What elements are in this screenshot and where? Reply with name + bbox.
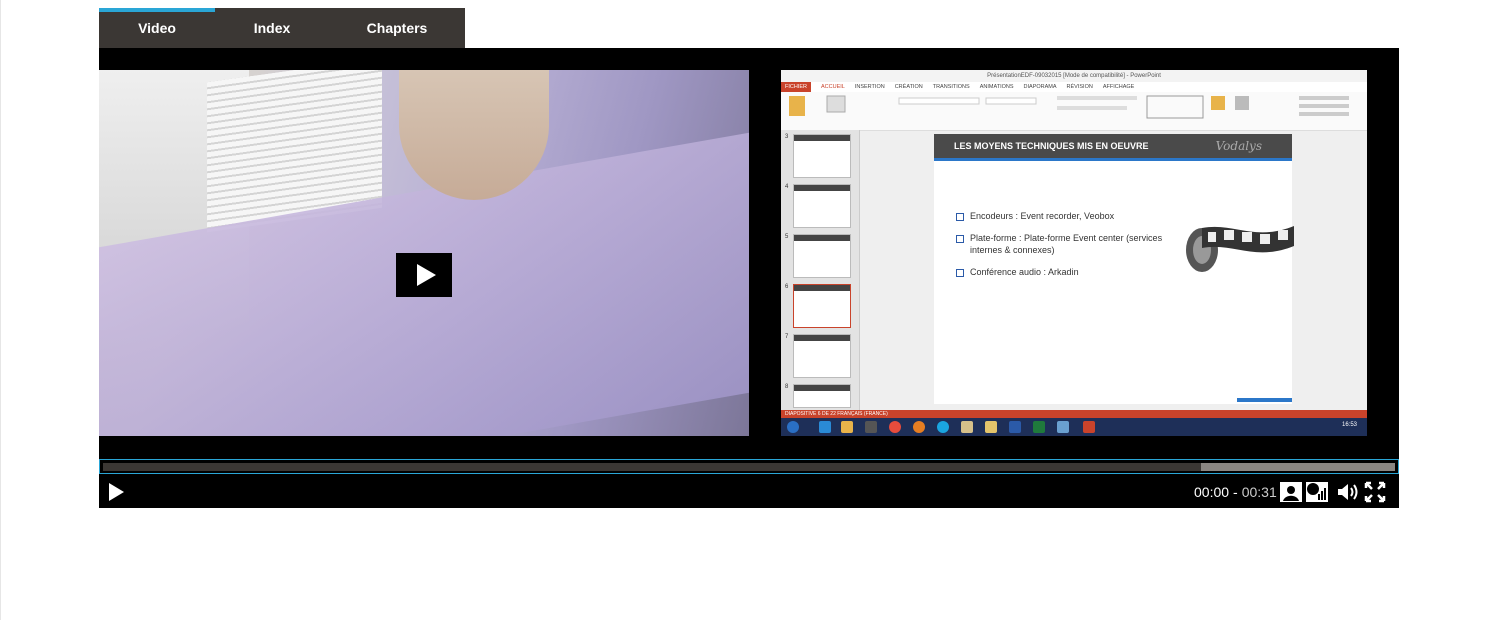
thumb-number: 8: [785, 384, 789, 390]
current-time: 00:00: [1194, 484, 1230, 500]
tab-bar: Video Index Chapters: [99, 8, 465, 48]
ppt-ribbon-tab: ACCUEIL: [821, 84, 845, 90]
tab-video[interactable]: Video: [99, 8, 215, 48]
thumb-number: 5: [785, 234, 789, 240]
folder-icon: [985, 421, 997, 433]
ppt-ribbon-tab: DIAPORAMA: [1023, 84, 1057, 90]
chrome-icon: [889, 421, 901, 433]
thumb-number: 7: [785, 334, 789, 340]
slide-bullet: Conférence audio : Arkadin: [956, 266, 1176, 278]
slide-thumbnail[interactable]: [793, 134, 851, 178]
ppt-ribbon-tab: AFFICHAGE: [1102, 84, 1135, 90]
current-slide: LES MOYENS TECHNIQUES MIS EN OEUVRE Voda…: [934, 134, 1294, 404]
slide-thumbnails[interactable]: 3 4 5 6 7 8: [781, 130, 860, 410]
ppt-ribbon-tab: TRANSITIONS: [932, 84, 970, 90]
big-play-button[interactable]: [396, 253, 452, 297]
ie-icon: [819, 421, 831, 433]
slide-bullet: Encodeurs : Event recorder, Veobox: [956, 210, 1176, 222]
video-player: PrésentationEDF-09032015 [Mode de compat…: [99, 48, 1399, 508]
progress-track: [103, 463, 1395, 471]
thumb-number: 3: [785, 134, 789, 140]
slide-thumbnail[interactable]: [793, 184, 851, 228]
slide-logo: Vodalys: [1215, 139, 1262, 153]
windows-taskbar: 16:53: [781, 418, 1367, 436]
volume-icon[interactable]: [1335, 480, 1359, 504]
tab-index-label: Index: [253, 20, 291, 36]
ppt-ribbon-tab: INSERTION: [854, 84, 885, 90]
buffered-range: [1201, 463, 1395, 471]
bullet-text: Encodeurs : Event recorder, Veobox: [970, 211, 1115, 221]
ppt-ribbon-tab: CRÉATION: [894, 84, 923, 90]
skype-icon: [937, 421, 949, 433]
checkbox-bullet-icon: [956, 213, 964, 221]
slide-header: LES MOYENS TECHNIQUES MIS EN OEUVRE Voda…: [934, 134, 1292, 161]
thumb-number: 4: [785, 184, 789, 190]
ribbon-tools-icon: [789, 95, 1349, 119]
progress-bar[interactable]: [99, 459, 1399, 474]
fullscreen-icon[interactable]: [1363, 480, 1387, 504]
slides-video[interactable]: PrésentationEDF-09032015 [Mode de compat…: [781, 70, 1367, 436]
bullet-text: Plate-forme : Plate-forme Event center (…: [970, 233, 1163, 255]
slide-thumbnail[interactable]: [793, 384, 851, 408]
word-icon: [1009, 421, 1021, 433]
checkbox-bullet-icon: [956, 269, 964, 277]
slide-title: LES MOYENS TECHNIQUES MIS EN OEUVRE: [954, 141, 1149, 151]
slide-bullet: Plate-forme : Plate-forme Event center (…: [956, 232, 1176, 256]
ppt-ribbon-tab: FICHIER: [781, 82, 811, 92]
play-button[interactable]: [109, 483, 127, 501]
slide-thumbnail[interactable]: [793, 334, 851, 378]
monitor-icon: [1057, 421, 1069, 433]
film-reel-icon: [1186, 226, 1294, 272]
tab-index[interactable]: Index: [215, 8, 329, 48]
excel-icon: [1033, 421, 1045, 433]
slides-view-icon[interactable]: [1305, 480, 1329, 504]
tab-video-label: Video: [138, 20, 176, 36]
files-icon: [961, 421, 973, 433]
ppt-window-title: PrésentationEDF-09032015 [Mode de compat…: [781, 70, 1367, 82]
tab-chapters-label: Chapters: [366, 20, 428, 36]
ppt-ribbon-tab: RÉVISION: [1066, 84, 1093, 90]
ppt-status-bar: DIAPOSITIVE 6 DE 22 FRANÇAIS (FRANCE): [781, 410, 1367, 418]
ppt-ribbon: [781, 92, 1367, 131]
camera-video[interactable]: [99, 70, 749, 436]
play-icon: [416, 264, 436, 286]
time-display: 00:00-00:31: [1194, 484, 1277, 500]
firefox-icon: [913, 421, 925, 433]
play-icon: [109, 483, 124, 501]
control-bar: 00:00-00:31: [99, 476, 1399, 508]
start-icon: [787, 421, 799, 433]
camera-view-icon[interactable]: [1279, 480, 1303, 504]
taskbar-clock: 16:53: [1341, 422, 1357, 428]
page-border: [0, 0, 1, 620]
app-icon: [865, 421, 877, 433]
slide-accent-bar: [1237, 398, 1292, 402]
tab-chapters[interactable]: Chapters: [329, 8, 465, 48]
media-icon: [841, 421, 853, 433]
slide-thumbnail[interactable]: [793, 234, 851, 278]
time-separator: -: [1233, 484, 1238, 500]
slide-thumbnail-selected[interactable]: [793, 284, 851, 328]
bullet-text: Conférence audio : Arkadin: [970, 267, 1079, 277]
checkbox-bullet-icon: [956, 235, 964, 243]
ppt-ribbon-tabs: FICHIER ACCUEIL INSERTION CRÉATION TRANSITIO…: [781, 82, 1367, 92]
powerpoint-icon: [1083, 421, 1095, 433]
ppt-ribbon-tab: ANIMATIONS: [979, 84, 1014, 90]
thumb-number: 6: [785, 284, 789, 290]
slide-bullets: Encodeurs : Event recorder, Veobox Plate…: [956, 210, 1176, 288]
duration: 00:31: [1241, 484, 1277, 500]
